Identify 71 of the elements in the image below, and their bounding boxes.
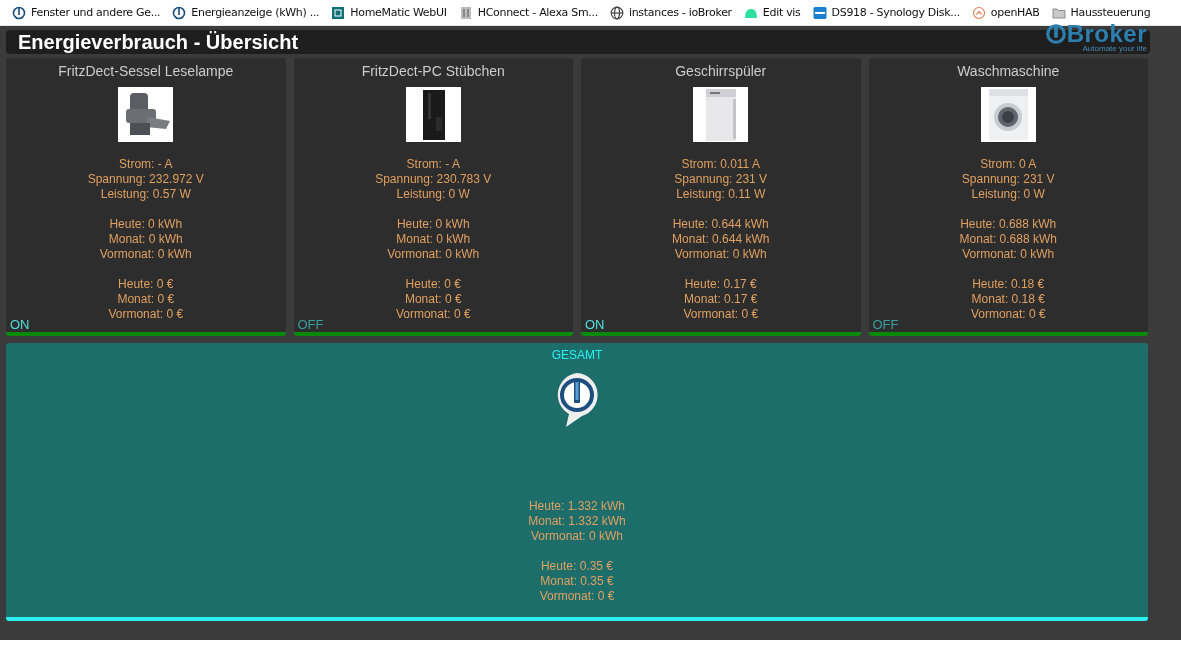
reading-text: Strom: - A bbox=[405, 157, 461, 172]
globe-icon bbox=[609, 5, 624, 20]
bookmark[interactable]: openHAB bbox=[965, 3, 1046, 22]
bookmark[interactable]: HConnect - Alexa Sm... bbox=[452, 3, 604, 22]
energy-text: Vormonat: 0 kWh bbox=[386, 247, 481, 262]
device-name: FritzDect-PC Stübchen bbox=[361, 63, 505, 79]
folder-icon bbox=[1051, 5, 1066, 20]
reading-text: Spannung: 230.783 V bbox=[375, 172, 492, 187]
cost-text: Heute: 0.18 € bbox=[971, 277, 1046, 292]
total-title: GESAMT bbox=[551, 348, 603, 362]
square-icon bbox=[331, 5, 346, 20]
energy-text: Vormonat: 0 kWh bbox=[961, 247, 1056, 262]
reading-text: Spannung: 231 V bbox=[960, 172, 1056, 187]
device-name: FritzDect-Sessel Leselampe bbox=[58, 63, 234, 79]
cost-text: Monat: 0.35 € bbox=[539, 574, 615, 589]
energy-text: Heute: 0 kWh bbox=[395, 217, 471, 232]
cost-text: Monat: 0 € bbox=[403, 292, 463, 307]
reading-text: Strom: 0.011 A bbox=[680, 157, 761, 172]
cost-text: Heute: 0 € bbox=[117, 277, 175, 292]
energy-text: Heute: 1.332 kWh bbox=[528, 499, 626, 514]
reading-text: Spannung: 231 V bbox=[673, 172, 769, 187]
energy-text: Monat: 0.644 kWh bbox=[672, 232, 770, 247]
bookmark[interactable]: Haussteuerung bbox=[1045, 3, 1157, 22]
energy-text: Heute: 0.644 kWh bbox=[672, 217, 770, 232]
cost-text: Vormonat: 0 € bbox=[969, 307, 1047, 322]
cost-text: Heute: 0 € bbox=[404, 277, 462, 292]
bookmark[interactable]: Fenster und andere Ge... bbox=[6, 3, 167, 22]
cost-text: Monat: 0 € bbox=[116, 292, 176, 307]
status-text: OFF bbox=[872, 317, 899, 332]
power-icon bbox=[12, 5, 26, 20]
logo-text: Broker bbox=[1066, 23, 1147, 45]
reading-text: Leistung: 0 W bbox=[395, 187, 471, 202]
bookmark[interactable]: HomeMatic WebUI bbox=[325, 3, 453, 22]
energy-text: Monat: 1.332 kWh bbox=[528, 514, 626, 529]
device-name: Geschirrspüler bbox=[675, 63, 767, 79]
bookmark[interactable]: instances - ioBroker bbox=[603, 3, 738, 22]
cost-text: Vormonat: 0 € bbox=[538, 589, 616, 604]
energy-text: Vormonat: 0 kWh bbox=[529, 529, 624, 544]
cost-text: Heute: 0.35 € bbox=[539, 559, 614, 574]
cost-text: Vormonat: 0 € bbox=[107, 307, 185, 322]
reading-text: Leistung: 0 W bbox=[970, 187, 1046, 202]
power-icon bbox=[172, 5, 187, 20]
energy-text: Vormonat: 0 kWh bbox=[673, 247, 768, 262]
reading-text: Strom: 0 A bbox=[979, 157, 1038, 172]
energy-text: Vormonat: 0 kWh bbox=[98, 247, 193, 262]
bookmark[interactable]: Energieanzeige (kWh) ... bbox=[166, 3, 326, 22]
energy-text: Heute: 0 kWh bbox=[108, 217, 184, 232]
status-text: OFF bbox=[297, 317, 324, 332]
cost-text: Monat: 0.17 € bbox=[683, 292, 759, 307]
status-text: ON bbox=[585, 317, 605, 332]
status-text: ON bbox=[10, 317, 30, 332]
energy-text: Heute: 0.688 kWh bbox=[959, 217, 1057, 232]
cost-text: Vormonat: 0 € bbox=[682, 307, 760, 322]
energy-text: Monat: 0 kWh bbox=[395, 232, 472, 247]
energy-text: Monat: 0 kWh bbox=[107, 232, 184, 247]
reading-text: Strom: - A bbox=[118, 157, 174, 172]
bookmark[interactable]: Edit vis bbox=[737, 3, 807, 22]
cost-text: Vormonat: 0 € bbox=[394, 307, 472, 322]
reading-text: Spannung: 232.972 V bbox=[87, 172, 204, 187]
page-icon bbox=[458, 5, 473, 20]
page-title: Energieverbrauch - Übersicht bbox=[18, 30, 299, 54]
energy-text: Monat: 0.688 kWh bbox=[959, 232, 1057, 247]
cost-text: Monat: 0.18 € bbox=[970, 292, 1046, 307]
chevron-circle-icon bbox=[971, 5, 986, 20]
cost-text: Heute: 0.17 € bbox=[683, 277, 758, 292]
bookmark[interactable]: DS918 - Synology Disk... bbox=[806, 3, 966, 22]
logo-tagline: Automate your life bbox=[1082, 45, 1147, 53]
power-logo-icon bbox=[1044, 23, 1067, 45]
reading-text: Leistung: 0.57 W bbox=[99, 187, 192, 202]
reading-text: Leistung: 0.11 W bbox=[675, 187, 767, 202]
device-name: Waschmaschine bbox=[957, 63, 1060, 79]
